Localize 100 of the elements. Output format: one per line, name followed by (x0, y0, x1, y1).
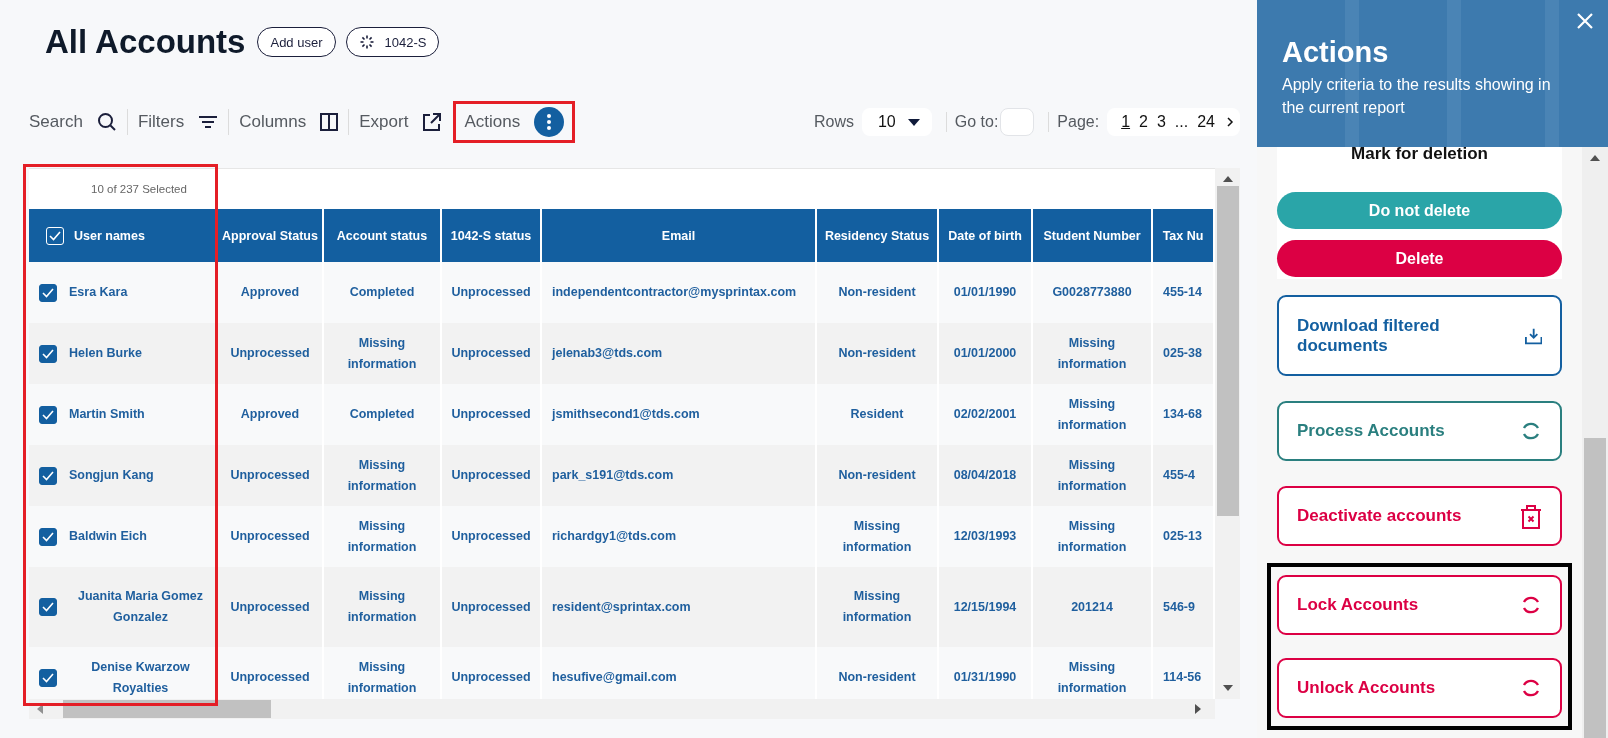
column-header[interactable]: Residency Status (817, 209, 939, 262)
go-to-label: Go to: (954, 113, 999, 131)
table-cell: Unprocessed (442, 445, 542, 506)
table-cell: richardgy1@tds.com (542, 506, 817, 567)
user-name[interactable]: Helen Burke (69, 343, 142, 364)
header-button[interactable]: Add user (257, 27, 336, 57)
toolbar-button[interactable]: Export (349, 112, 452, 132)
row-checkbox[interactable] (39, 344, 57, 363)
table-cell: 455-4 (1153, 445, 1215, 506)
vertical-scrollbar[interactable] (1215, 168, 1240, 699)
download-icon (1524, 326, 1542, 345)
header-button[interactable]: 1042-S (345, 27, 440, 57)
panel-subtitle: Apply criteria to the results showing in the current report (1282, 75, 1552, 118)
row-checkbox[interactable] (39, 466, 57, 485)
actions-button[interactable]: Actions (464, 107, 565, 137)
table-cell: Non-resident (817, 323, 939, 384)
action-button[interactable]: Unlock Accounts (1277, 658, 1562, 718)
table-cell: 455-14 (1153, 262, 1215, 323)
next-page-icon[interactable] (1224, 116, 1236, 128)
column-header[interactable]: Email (542, 209, 817, 262)
panel-title: Actions (1282, 36, 1390, 69)
table-cell: 546-9 (1153, 567, 1215, 647)
row-checkbox[interactable] (39, 405, 57, 424)
page-link[interactable]: 1 (1121, 113, 1131, 131)
action-button[interactable]: Deactivate accounts (1277, 486, 1562, 546)
horizontal-scrollbar[interactable] (29, 699, 1215, 719)
table-cell: Missing information (1033, 647, 1153, 699)
table-cell: Missing information (324, 323, 442, 384)
table-cell: Missing information (1033, 384, 1153, 445)
deletion-button[interactable]: Delete (1277, 240, 1562, 277)
table-cell: Unprocessed (218, 567, 324, 647)
table-cell: independentcontractor@mysprintax.com (542, 262, 817, 323)
column-header[interactable]: 1042-S status (442, 209, 542, 262)
table-cell: resident@sprintax.com (542, 567, 817, 647)
action-button[interactable]: Lock Accounts (1277, 575, 1562, 635)
table-cell: Approved (218, 384, 324, 445)
table-cell: Missing information (817, 567, 939, 647)
rows-select[interactable]: 10 (861, 108, 932, 136)
page-link[interactable]: 2 (1139, 113, 1148, 131)
column-header[interactable]: Account status (324, 209, 442, 262)
row-checkbox[interactable] (39, 598, 57, 616)
table-cell: Missing information (324, 506, 442, 567)
table-cell: Completed (324, 384, 442, 445)
table-cell: 025-38 (1153, 323, 1215, 384)
table-cell: Missing information (1033, 506, 1153, 567)
column-header[interactable]: Date of birth (939, 209, 1033, 262)
table-cell: 114-56 (1153, 647, 1215, 699)
page-link[interactable]: 24 (1197, 113, 1215, 131)
table-cell: Missing information (324, 647, 442, 699)
table-cell: Missing information (1033, 323, 1153, 384)
page-link[interactable]: ... (1174, 113, 1189, 131)
go-to-field[interactable] (1000, 108, 1035, 136)
row-checkbox[interactable] (39, 283, 57, 302)
table-cell: 01/31/1990 (939, 647, 1033, 699)
loading-ring-icon (1520, 677, 1542, 699)
table-cell: jsmithsecond1@tds.com (542, 384, 817, 445)
search-icon (96, 112, 117, 132)
table-cell: 01/01/2000 (939, 323, 1033, 384)
table-cell: 08/04/2018 (939, 445, 1033, 506)
table-cell: Missing information (324, 567, 442, 647)
table-cell: 12/03/1993 (939, 506, 1033, 567)
user-name[interactable]: Martin Smith (69, 404, 145, 425)
table-cell: Missing information (324, 445, 442, 506)
selection-count: 10 of 237 Selected (91, 183, 187, 195)
table-cell: Resident (817, 384, 939, 445)
row-checkbox[interactable] (39, 668, 57, 687)
toolbar-button[interactable]: Search (29, 112, 127, 132)
filter-icon (198, 115, 219, 129)
toolbar-button[interactable]: Filters (127, 112, 229, 132)
table-cell: Unprocessed (442, 506, 542, 567)
user-name[interactable]: Esra Kara (69, 282, 128, 303)
table-cell: Missing information (817, 506, 939, 567)
table-cell: Unprocessed (218, 647, 324, 699)
panel-scrollbar[interactable] (1582, 147, 1608, 738)
toolbar-button[interactable]: Columns (229, 112, 349, 132)
column-header[interactable]: Student Number (1033, 209, 1153, 262)
column-header[interactable]: Approval Status (218, 209, 324, 262)
more-icon (534, 107, 565, 137)
column-header[interactable]: User names (74, 228, 145, 243)
action-button[interactable]: Process Accounts (1277, 401, 1562, 461)
table-cell: G0028773880 (1033, 262, 1153, 323)
page-link[interactable]: 3 (1156, 113, 1166, 131)
table-cell: Unprocessed (442, 647, 542, 699)
user-name[interactable]: Songjun Kang (69, 465, 154, 486)
table-cell: Completed (324, 262, 442, 323)
section-title: Mark for deletion (1351, 144, 1488, 163)
loading-icon (358, 34, 375, 50)
table-cell: 201214 (1033, 567, 1153, 647)
action-button[interactable]: Download filtered documents (1277, 295, 1562, 376)
user-name[interactable]: Baldwin Eich (69, 526, 147, 547)
page-title: All Accounts (45, 23, 246, 61)
caret-icon (907, 118, 920, 126)
column-header[interactable]: Tax Nu (1153, 209, 1215, 262)
row-checkbox[interactable] (39, 527, 57, 546)
table-cell: Missing information (1033, 445, 1153, 506)
loading-ring-icon (1520, 420, 1542, 442)
table-cell: Non-resident (817, 647, 939, 699)
table-cell: 025-13 (1153, 506, 1215, 567)
select-all-checkbox[interactable] (46, 226, 64, 245)
table-cell: jelenab3@tds.com (542, 323, 817, 384)
